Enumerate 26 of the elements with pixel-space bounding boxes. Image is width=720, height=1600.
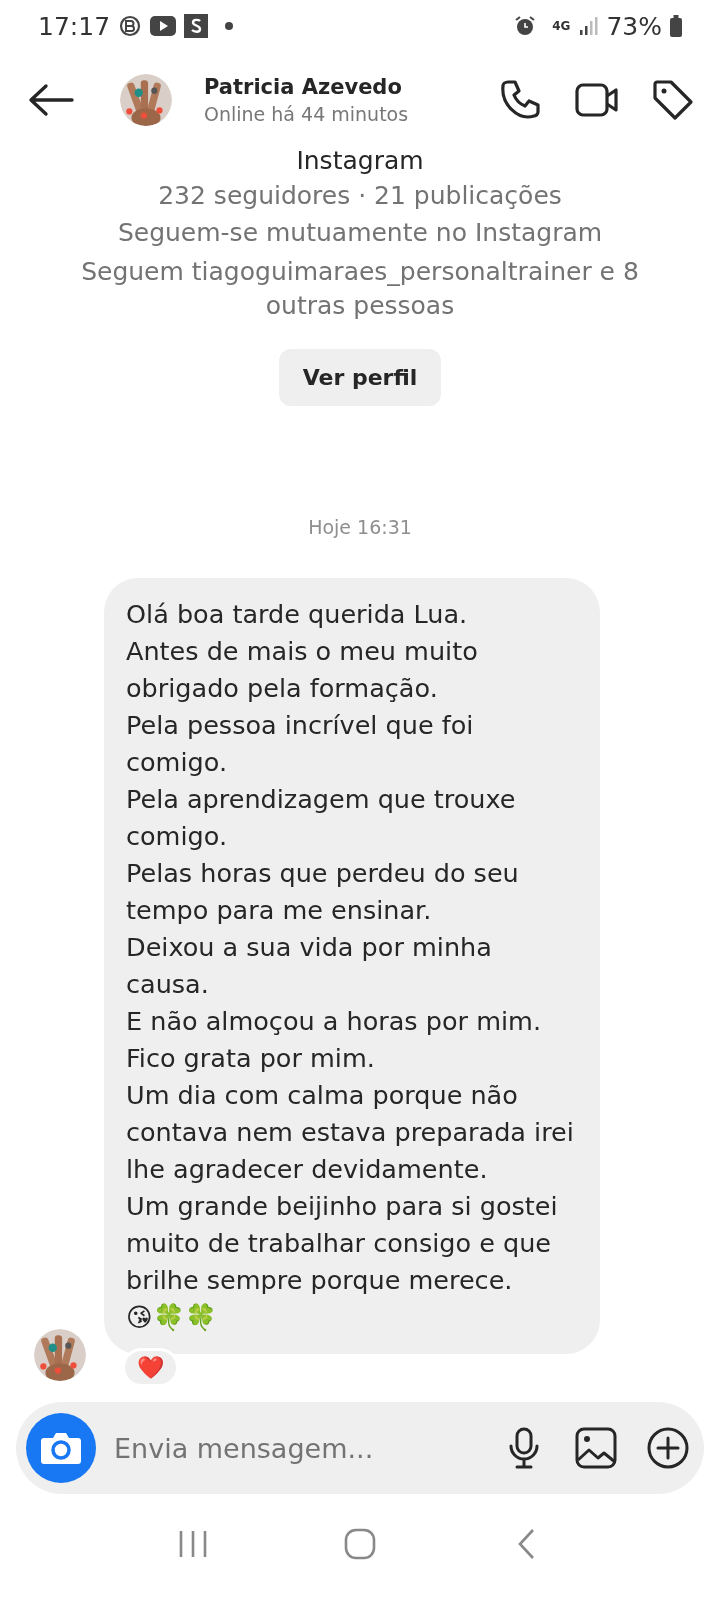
battery-icon: [670, 15, 682, 37]
profile-stats: 232 seguidores · 21 publicações: [158, 181, 562, 210]
view-profile-button[interactable]: Ver perfil: [278, 349, 442, 406]
message-timestamp: Hoje 16:31: [308, 516, 412, 538]
back-arrow-icon[interactable]: [28, 83, 74, 117]
image-icon[interactable]: [574, 1426, 618, 1470]
message-bubble: Olá boa tarde querida Lua. Antes de mais o meu muito obrigado pela formação. Pela pessoa incrível que foi comigo. Pela aprendizagem que trouxe comigo. Pelas horas que perdeu do seu tempo para me ensinar. Deixou a sua vida por minha causa. E não almoçou a horas por mim. Fico grata por mim. Um dia com calma porque não contava nem estava preparada irei lhe agradecer devidamente. Um grande beijinho para si gostei muito de trabalhar consigo e que brilhe sempre porque merece. 😘🍀🍀: [104, 578, 600, 1354]
signal-icon: [578, 16, 599, 36]
clock-time: 17:17: [38, 11, 111, 41]
message-input[interactable]: Envia mensagem...: [112, 1431, 474, 1465]
camera-icon[interactable]: [40, 1430, 82, 1466]
contact-name[interactable]: Patricia Azevedo: [204, 75, 468, 99]
mutual-follow-note: Seguem-se mutuamente no Instagram: [117, 218, 603, 247]
online-status: Online há 44 minutos: [204, 103, 410, 125]
mutual-followers-note: Seguem tiagoguimaraes_personaltrainer e 8 outras pessoas: [80, 256, 640, 322]
video-play-icon: [150, 16, 177, 36]
battery-percent: 73%: [606, 11, 662, 41]
add-icon[interactable]: [646, 1426, 690, 1470]
platform-label: Instagram: [296, 148, 424, 173]
app-square-icon: [184, 14, 209, 38]
network-type: 4G: [552, 19, 571, 33]
home-icon[interactable]: [342, 1526, 378, 1562]
alarm-icon: [514, 15, 537, 37]
heart-reaction[interactable]: ❤: [122, 1348, 179, 1387]
dot-icon: [224, 21, 235, 31]
camera-button[interactable]: [26, 1413, 96, 1483]
